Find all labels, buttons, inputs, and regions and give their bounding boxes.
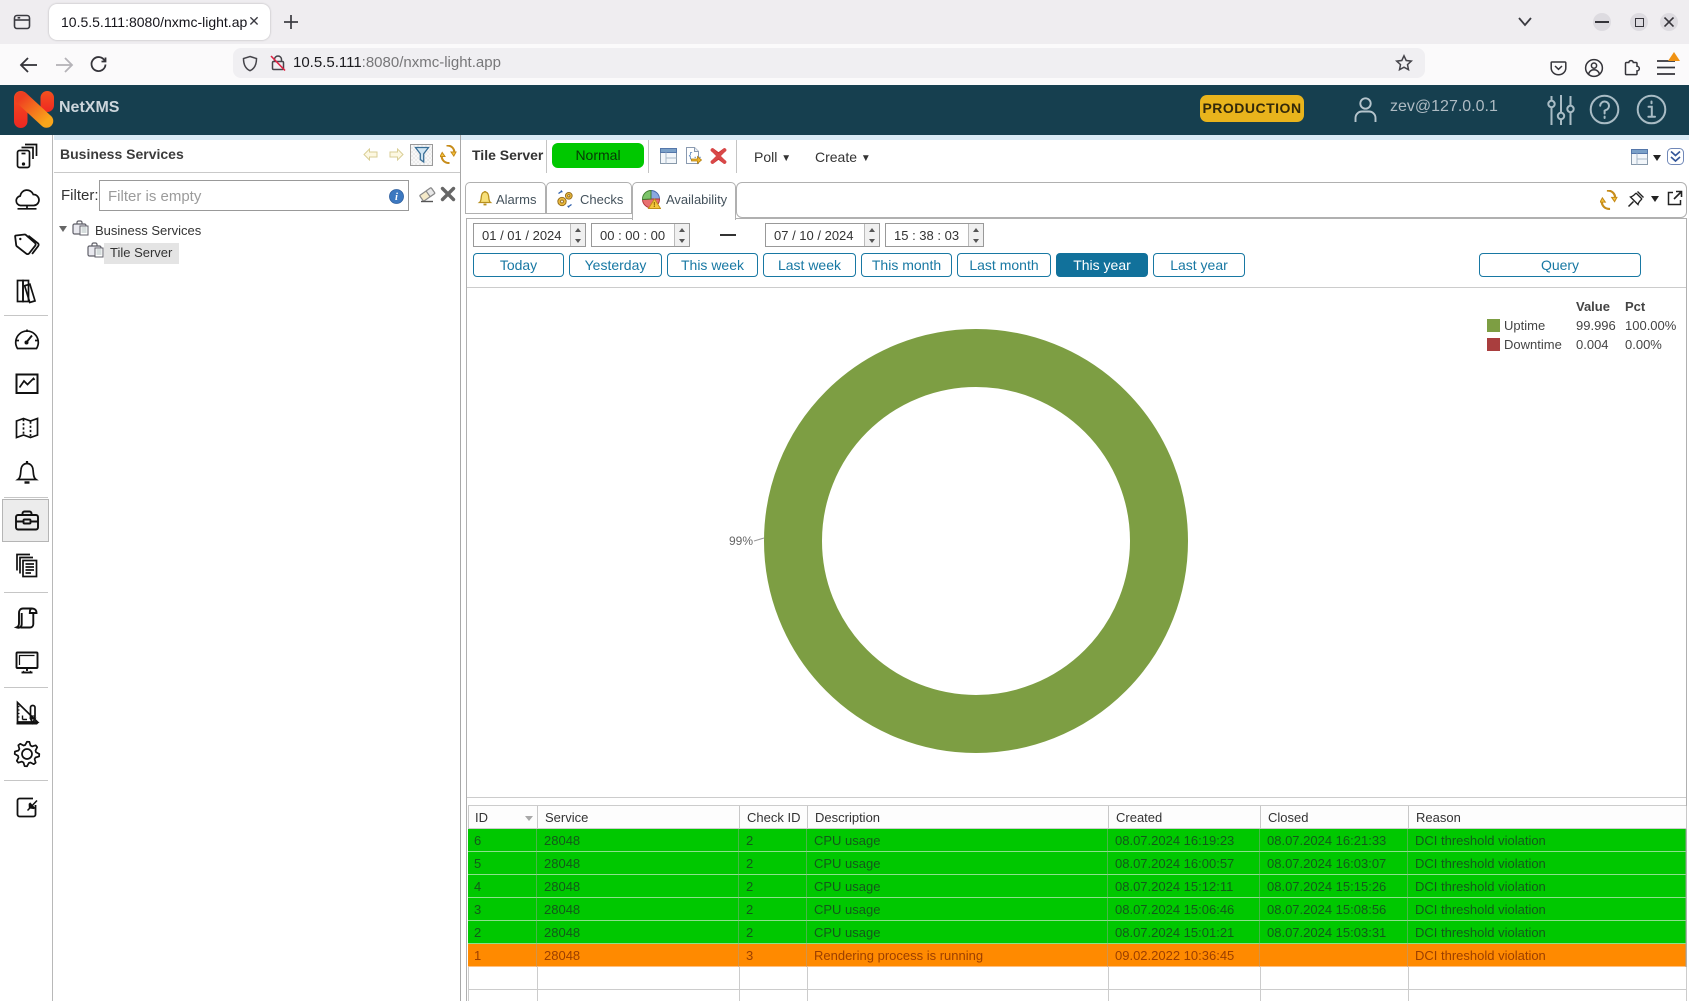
svg-text:99%: 99% bbox=[729, 534, 753, 548]
svg-text:i: i bbox=[395, 192, 398, 203]
svg-text:!: ! bbox=[653, 202, 655, 209]
